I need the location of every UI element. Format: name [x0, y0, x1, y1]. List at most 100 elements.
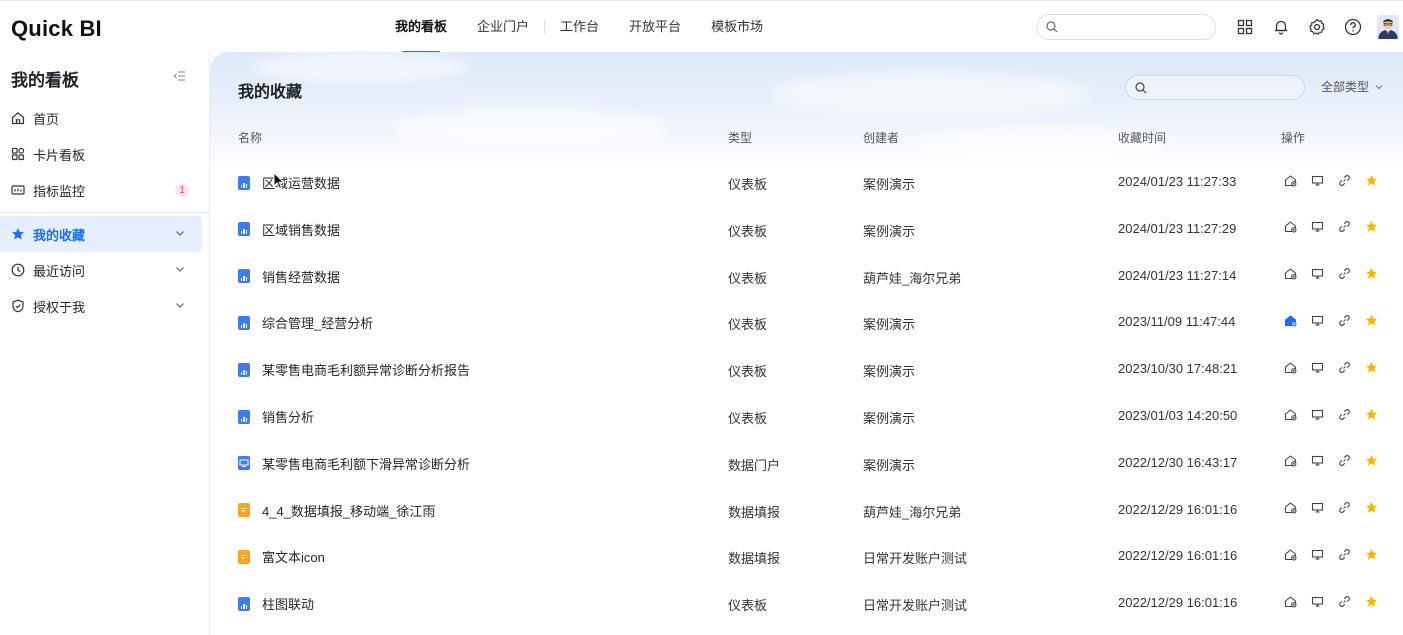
chevron-down-icon [1375, 84, 1383, 89]
nav-item-open-platform[interactable]: 开放平台 [614, 1, 696, 53]
table-row[interactable]: 销售经营数据 仪表板 葫芦娃_海尔兄弟 2024/01/23 11:27:14 [210, 253, 1403, 300]
item-name-link[interactable]: 4_4_数据填报_移动端_徐江雨 [238, 501, 435, 520]
portal-publish-icon[interactable] [1283, 173, 1297, 187]
favorites-search[interactable] [1125, 75, 1305, 100]
item-name-link[interactable]: 某零售电商毛利额下滑异常诊断分析 [238, 454, 470, 473]
column-header-name[interactable]: 名称 [238, 129, 262, 146]
copy-link-icon[interactable] [1337, 594, 1351, 608]
page-title: 我的收藏 [238, 84, 303, 101]
table-row[interactable]: 某零售电商毛利额异常诊断分析报告 仪表板 案例演示 2023/10/30 17:… [210, 346, 1403, 393]
copy-link-icon[interactable] [1337, 547, 1351, 561]
item-type: 仪表板 [728, 270, 768, 286]
chevron-down-icon[interactable] [174, 299, 186, 311]
favorite-star-icon[interactable] [1364, 220, 1378, 234]
item-name-link[interactable]: 柱图联动 [238, 594, 314, 613]
item-name-link[interactable]: 某零售电商毛利额异常诊断分析报告 [238, 360, 470, 379]
copy-link-icon[interactable] [1337, 501, 1351, 515]
present-screen-icon[interactable] [1310, 547, 1324, 561]
present-screen-icon[interactable] [1310, 220, 1324, 234]
portal-publish-icon[interactable] [1283, 547, 1297, 561]
avatar[interactable] [1377, 15, 1399, 39]
copy-link-icon[interactable] [1337, 173, 1351, 187]
present-screen-icon[interactable] [1310, 360, 1324, 374]
copy-link-icon[interactable] [1337, 454, 1351, 468]
table-row[interactable]: 区域运营数据 仪表板 案例演示 2024/01/23 11:27:33 [210, 159, 1403, 206]
copy-link-icon[interactable] [1337, 220, 1351, 234]
portal-publish-icon[interactable] [1283, 501, 1297, 515]
favorite-star-icon[interactable] [1364, 501, 1378, 515]
chevron-down-icon[interactable] [174, 263, 186, 275]
copy-link-icon[interactable] [1337, 407, 1351, 421]
sidebar: 我的看板 首页 卡片看板 指标监控 1 我的收藏 最近访问 授权于我 [0, 52, 210, 635]
column-header-creator[interactable]: 创建者 [863, 129, 899, 146]
portal-publish-icon[interactable] [1283, 360, 1297, 374]
column-header-ops: 操作 [1281, 131, 1306, 145]
favorite-star-icon[interactable] [1364, 594, 1378, 608]
star-icon [11, 227, 25, 241]
item-name-link[interactable]: 区域销售数据 [238, 220, 340, 239]
nav-item-workbench[interactable]: 工作台 [545, 1, 614, 53]
table-row[interactable]: 综合管理_经营分析 仪表板 案例演示 2023/11/09 11:47:44 [210, 299, 1403, 346]
table-row[interactable]: 某零售电商毛利额下滑异常诊断分析 数据门户 案例演示 2022/12/30 16… [210, 440, 1403, 487]
sidebar-item-authorized[interactable]: 授权于我 [0, 288, 202, 324]
present-screen-icon[interactable] [1310, 173, 1324, 187]
present-screen-icon[interactable] [1310, 501, 1324, 515]
column-header-time[interactable]: 收藏时间 [1118, 129, 1166, 146]
item-type: 数据填报 [728, 504, 781, 520]
copy-link-icon[interactable] [1337, 360, 1351, 374]
logo[interactable]: Quick BI [11, 16, 102, 42]
portal-publish-icon[interactable] [1283, 220, 1297, 234]
sidebar-item-recent[interactable]: 最近访问 [0, 252, 202, 288]
copy-link-icon[interactable] [1337, 313, 1351, 327]
apps-icon[interactable] [1234, 16, 1256, 38]
present-screen-icon[interactable] [1310, 313, 1324, 327]
portal-publish-icon[interactable] [1283, 454, 1297, 468]
sidebar-item-home[interactable]: 首页 [0, 100, 202, 136]
copy-link-icon[interactable] [1337, 267, 1351, 281]
gear-icon[interactable] [1306, 16, 1328, 38]
favorite-star-icon[interactable] [1364, 454, 1378, 468]
sidebar-item-metric-monitor[interactable]: 指标监控 1 [0, 172, 202, 208]
item-name-link[interactable]: 销售分析 [238, 407, 314, 426]
portal-publish-icon[interactable] [1283, 313, 1297, 327]
table-row[interactable]: 销售分析 仪表板 案例演示 2023/01/03 14:20:50 [210, 393, 1403, 440]
present-screen-icon[interactable] [1310, 267, 1324, 281]
favorite-star-icon[interactable] [1364, 547, 1378, 561]
chevron-down-icon[interactable] [174, 227, 186, 239]
present-screen-icon[interactable] [1310, 454, 1324, 468]
sidebar-item-my-favorites[interactable]: 我的收藏 [0, 216, 202, 252]
item-type: 仪表板 [728, 177, 768, 192]
help-icon[interactable] [1342, 16, 1364, 38]
favorite-star-icon[interactable] [1364, 313, 1378, 327]
favorite-star-icon[interactable] [1364, 267, 1378, 281]
sidebar-item-card-board[interactable]: 卡片看板 [0, 136, 202, 172]
nav-item-template-market[interactable]: 模板市场 [696, 1, 778, 53]
item-name-link[interactable]: 销售经营数据 [238, 267, 340, 286]
global-search[interactable] [1036, 14, 1216, 40]
item-name-link[interactable]: 综合管理_经营分析 [238, 313, 373, 332]
nav-item-enterprise-portal[interactable]: 企业门户 [462, 1, 544, 53]
notification-badge: 1 [175, 184, 189, 197]
table-row[interactable]: 区域销售数据 仪表板 案例演示 2024/01/23 11:27:29 [210, 206, 1403, 253]
favorites-search-input[interactable] [1154, 79, 1299, 97]
portal-publish-icon[interactable] [1283, 594, 1297, 608]
portal-publish-icon[interactable] [1283, 407, 1297, 421]
present-screen-icon[interactable] [1310, 594, 1324, 608]
nav-item-my-dashboards[interactable]: 我的看板 [380, 1, 462, 53]
present-screen-icon[interactable] [1310, 407, 1324, 421]
favorite-star-icon[interactable] [1364, 360, 1378, 374]
favorite-star-icon[interactable] [1364, 173, 1378, 187]
item-name-link[interactable]: 富文本icon [238, 547, 325, 566]
sidebar-title: 我的看板 [11, 71, 79, 90]
table-row[interactable]: 4_4_数据填报_移动端_徐江雨 数据填报 葫芦娃_海尔兄弟 2022/12/2… [210, 487, 1403, 534]
type-filter-dropdown[interactable]: 全部类型 [1321, 78, 1384, 95]
global-search-input[interactable] [1063, 18, 1208, 36]
collapse-sidebar-icon[interactable] [173, 69, 187, 83]
portal-publish-icon[interactable] [1283, 267, 1297, 281]
table-row[interactable]: 柱图联动 仪表板 日常开发账户测试 2022/12/29 16:01:16 [210, 580, 1403, 627]
column-header-type[interactable]: 类型 [728, 129, 752, 146]
favorite-star-icon[interactable] [1364, 407, 1378, 421]
bell-icon[interactable] [1270, 16, 1292, 38]
table-row[interactable]: 富文本icon 数据填报 日常开发账户测试 2022/12/29 16:01:1… [210, 533, 1403, 580]
item-name-link[interactable]: 区域运营数据 [238, 173, 340, 192]
